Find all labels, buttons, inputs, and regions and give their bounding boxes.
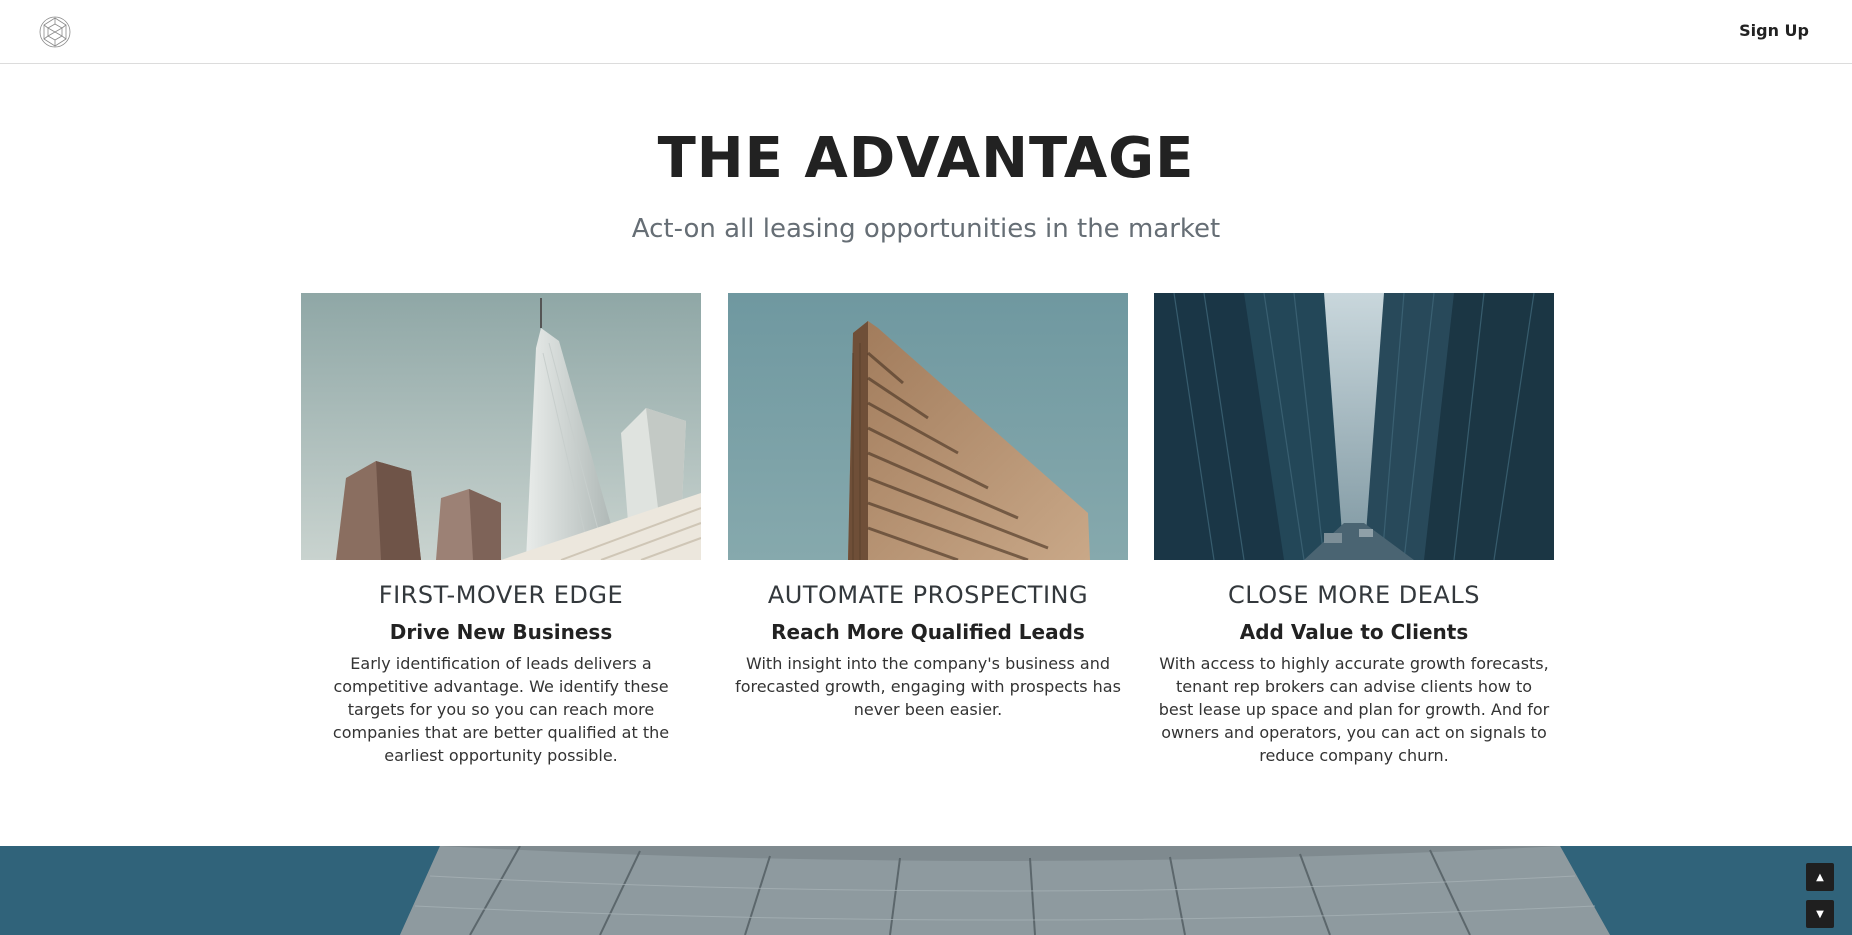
card-automate-prospecting: AUTOMATE PROSPECTING Reach More Qualifie… — [728, 293, 1128, 721]
advantage-cards: FIRST-MOVER EDGE Drive New Business Earl… — [301, 293, 1555, 773]
card-subheading: Add Value to Clients — [1239, 620, 1469, 644]
card-heading: FIRST-MOVER EDGE — [378, 581, 624, 609]
card-description: With access to highly accurate growth fo… — [1158, 654, 1550, 765]
triangle-down-icon: ▼ — [1816, 908, 1824, 920]
card-heading: AUTOMATE PROSPECTING — [767, 581, 1089, 609]
card-description: Early identification of leads delivers a… — [332, 654, 670, 765]
section-subtitle: Act-on all leasing opportunities in the … — [631, 214, 1221, 244]
curved-building-banner — [0, 846, 1852, 935]
card-subheading: Drive New Business — [389, 620, 613, 644]
card-close-more-deals: CLOSE MORE DEALS Add Value to Clients Wi… — [1154, 293, 1554, 767]
scroll-down-button[interactable]: ▼ — [1806, 900, 1834, 928]
card-description: With insight into the company's business… — [735, 654, 1121, 719]
top-navigation-bar: Sign Up — [0, 0, 1852, 64]
sign-up-link[interactable]: Sign Up — [1739, 21, 1809, 40]
scroll-up-button[interactable]: ▲ — [1806, 863, 1834, 891]
card-subheading: Reach More Qualified Leads — [771, 620, 1085, 644]
flatiron-building-photo — [728, 293, 1128, 560]
section-title: THE ADVANTAGE — [657, 126, 1195, 191]
skyscrapers-photo — [301, 293, 701, 560]
geodesic-sphere-icon[interactable] — [38, 15, 72, 49]
card-first-mover-edge: FIRST-MOVER EDGE Drive New Business Earl… — [301, 293, 701, 767]
triangle-up-icon: ▲ — [1816, 871, 1824, 883]
card-heading: CLOSE MORE DEALS — [1228, 581, 1480, 609]
city-street-photo — [1154, 293, 1554, 560]
curved-building-photo — [0, 846, 1852, 935]
